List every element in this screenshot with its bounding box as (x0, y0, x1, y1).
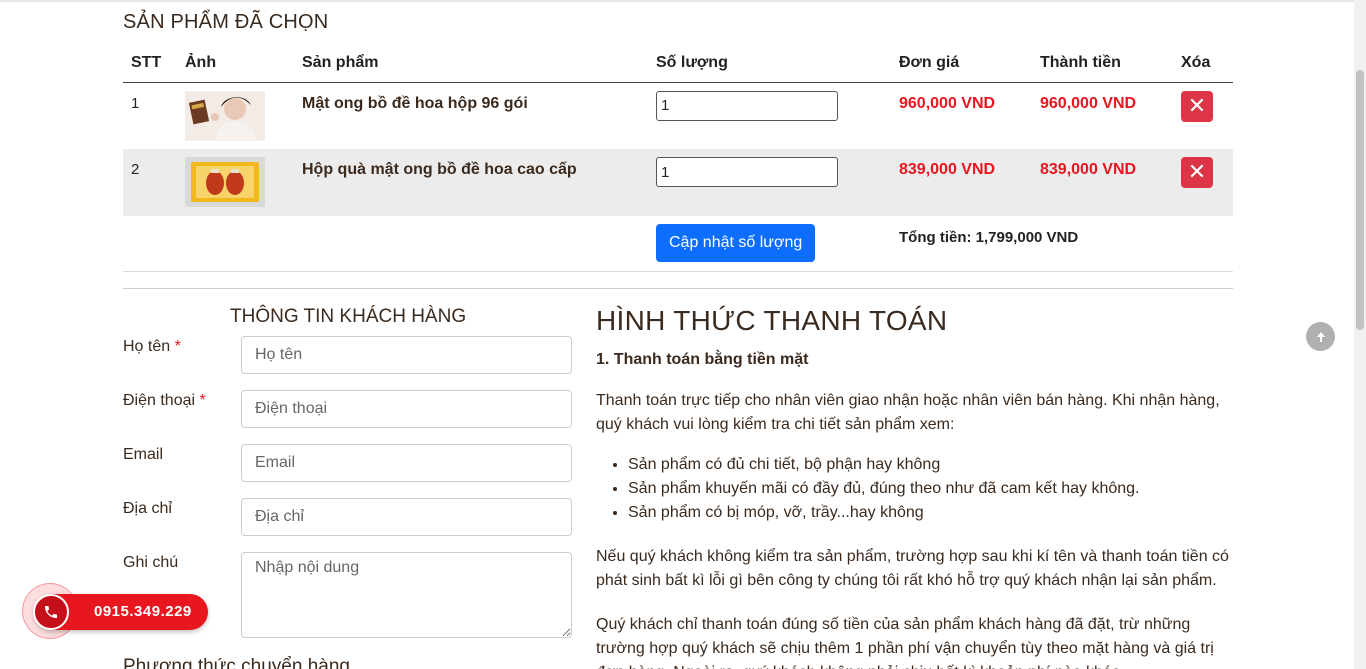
customer-info-title: THÔNG TIN KHÁCH HÀNG (230, 306, 467, 327)
payment-intro: Thanh toán trực tiếp cho nhân viên giao … (596, 392, 1220, 433)
close-icon: ✕ (1187, 92, 1207, 118)
payment-note: Quý khách chỉ thanh toán đúng số tiền củ… (596, 616, 1214, 669)
cart-summary-row: Cập nhật số lượng Tổng tiền: 1,799,000 V… (123, 216, 1233, 272)
address-label: Địa chỉ (123, 500, 172, 517)
row-index: 2 (123, 149, 177, 216)
col-unit-price: Đơn giá (891, 44, 1032, 83)
section-divider (123, 288, 1233, 289)
cart-table: STT Ảnh Sản phẩm Số lượng Đơn giá Thành … (123, 44, 1233, 272)
phone-field[interactable] (241, 390, 572, 428)
scrollbar-thumb[interactable] (1356, 70, 1364, 330)
delete-cell: ✕ (1173, 82, 1233, 149)
page-scrollbar[interactable] (1354, 0, 1366, 669)
row-index: 1 (131, 94, 140, 112)
arrow-up-icon (1316, 332, 1325, 343)
line-total: 960,000 VND (1040, 94, 1137, 112)
delete-button[interactable]: ✕ (1181, 90, 1213, 122)
list-item: Sản phẩm có đủ chi tiết, bộ phận hay khô… (628, 453, 1236, 477)
update-quantity-button[interactable]: Cập nhật số lượng (656, 224, 816, 262)
update-cell: Cập nhật số lượng (648, 216, 891, 272)
list-item: Sản phẩm khuyến mãi có đầy đủ, đúng theo… (628, 477, 1236, 501)
quantity-cell (648, 149, 891, 216)
name-field[interactable] (241, 336, 572, 374)
quantity-input[interactable] (656, 157, 838, 187)
cart-header-row: STT Ảnh Sản phẩm Số lượng Đơn giá Thành … (123, 44, 1233, 83)
col-delete: Xóa (1173, 44, 1233, 83)
payment-title: HÌNH THỨC THANH TOÁN (596, 305, 948, 336)
payment-method-cash: 1. Thanh toán bằng tiền mặt (596, 351, 809, 368)
top-border (0, 0, 1354, 2)
product-photo-honey-box (185, 90, 265, 141)
delete-button[interactable]: ✕ (1181, 157, 1213, 188)
quantity-cell (648, 82, 891, 149)
cart-section-title: SẢN PHẨM ĐÃ CHỌN (123, 11, 329, 33)
col-quantity: Số lượng (648, 44, 891, 83)
line-total: 839,000 VND (1032, 149, 1173, 216)
product-photo-gift-box (185, 157, 265, 207)
list-item: Sản phẩm có bị móp, vỡ, trầy...hay không (628, 501, 1236, 525)
product-thumbnail[interactable] (177, 149, 294, 216)
col-total: Thành tiền (1032, 44, 1173, 83)
shipping-method-title: Phương thức chuyển hàng (123, 656, 350, 669)
payment-checklist: Sản phẩm có đủ chi tiết, bộ phận hay khô… (596, 453, 1236, 525)
product-name[interactable]: Mật ong bồ đề hoa hộp 96 gói (294, 82, 648, 149)
quantity-input[interactable] (656, 90, 838, 121)
col-image: Ảnh (177, 44, 294, 83)
cart-row: 2 Hộp quà mật ong bồ đề hoa cao cấp 839,… (123, 149, 1233, 216)
address-field[interactable] (241, 498, 572, 536)
product-thumbnail[interactable] (177, 82, 294, 149)
delete-cell: ✕ (1173, 149, 1233, 216)
phone-icon[interactable] (33, 594, 69, 630)
email-field[interactable] (241, 444, 572, 482)
back-to-top-button[interactable] (1306, 322, 1335, 351)
payment-section: HÌNH THỨC THANH TOÁN 1. Thanh toán bằng … (596, 305, 1236, 669)
col-stt: STT (123, 44, 177, 83)
payment-note: Nếu quý khách không kiểm tra sản phẩm, t… (596, 548, 1229, 589)
note-textarea[interactable] (241, 552, 572, 638)
product-name[interactable]: Hộp quà mật ong bồ đề hoa cao cấp (294, 149, 648, 216)
note-label: Ghi chú (123, 554, 179, 571)
col-product: Sản phẩm (294, 44, 648, 83)
unit-price: 960,000 VND (899, 94, 996, 112)
email-label: Email (123, 446, 164, 463)
phone-glyph-icon (45, 606, 57, 618)
name-label: Họ tên * (123, 338, 181, 355)
close-icon: ✕ (1187, 159, 1207, 184)
unit-price: 839,000 VND (891, 149, 1032, 216)
grand-total: Tổng tiền: 1,799,000 VND (891, 216, 1233, 272)
cart-row: 1 Mật ong bồ đề hoa hộp 96 gói 960,000 V… (123, 82, 1233, 149)
phone-label: Điện thoại * (123, 392, 206, 409)
